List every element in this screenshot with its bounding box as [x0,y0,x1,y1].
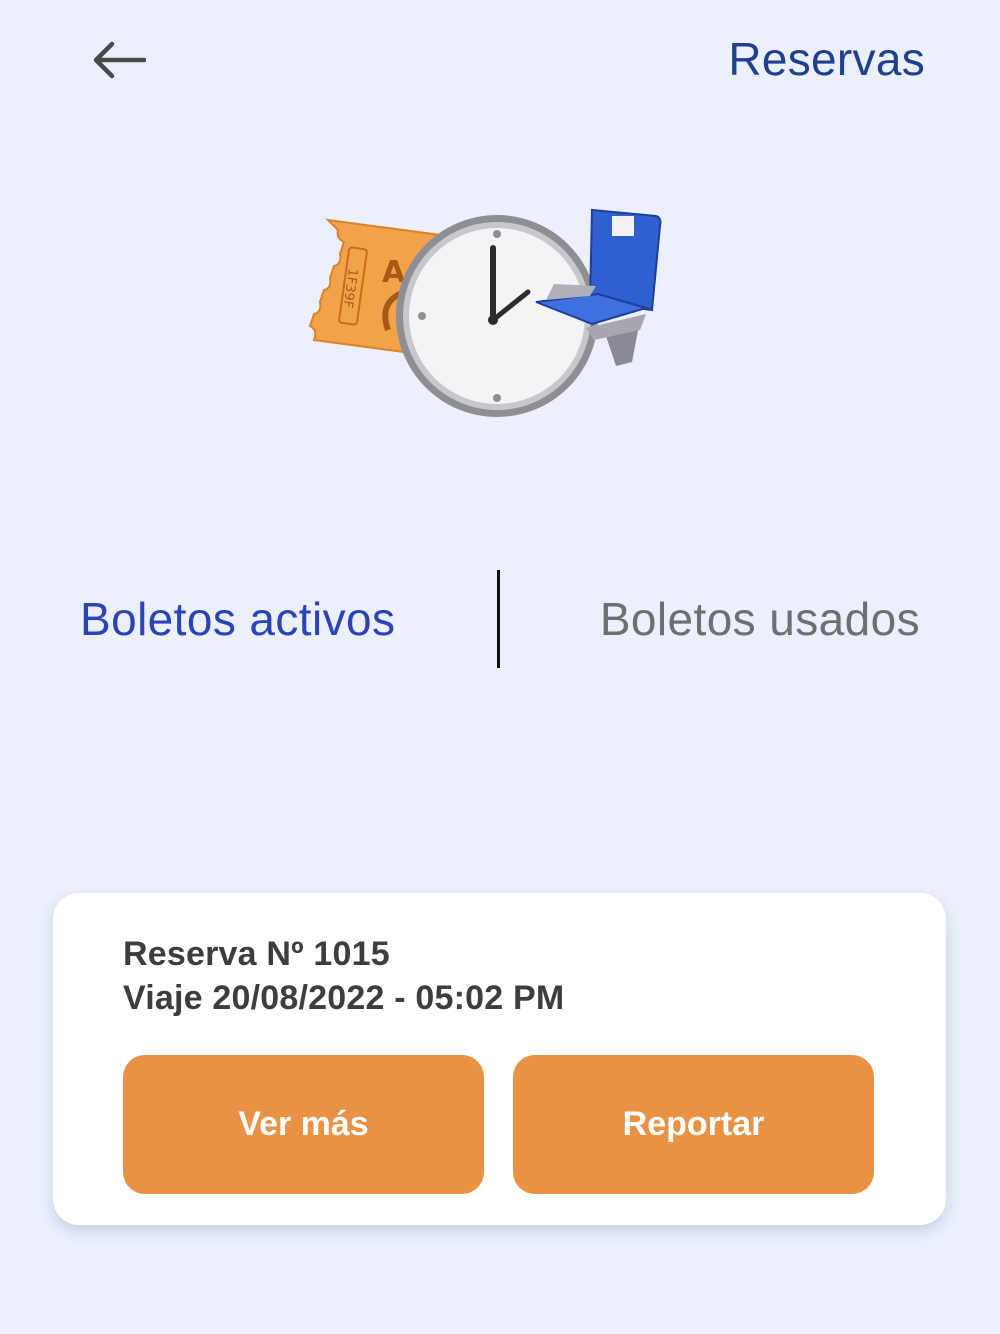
ticket-tabs: Boletos activos Boletos usados [0,570,1000,670]
hero-illustration: 1F39F A [300,190,680,430]
clock-icon [396,215,598,417]
view-more-button[interactable]: Ver más [123,1055,484,1194]
page-title: Reservas [728,33,925,85]
report-button[interactable]: Reportar [513,1055,874,1194]
tab-active-tickets[interactable]: Boletos activos [80,592,395,646]
reservation-card: Reserva Nº 1015 Viaje 20/08/2022 - 05:02… [53,893,946,1225]
tab-used-tickets[interactable]: Boletos usados [600,592,920,646]
top-bar: Reservas [0,0,1000,120]
arrow-left-icon [93,41,146,79]
reservation-number: Reserva Nº 1015 [123,935,390,973]
tab-divider [497,570,500,668]
back-button[interactable] [82,28,154,92]
trip-datetime: Viaje 20/08/2022 - 05:02 PM [123,979,565,1017]
